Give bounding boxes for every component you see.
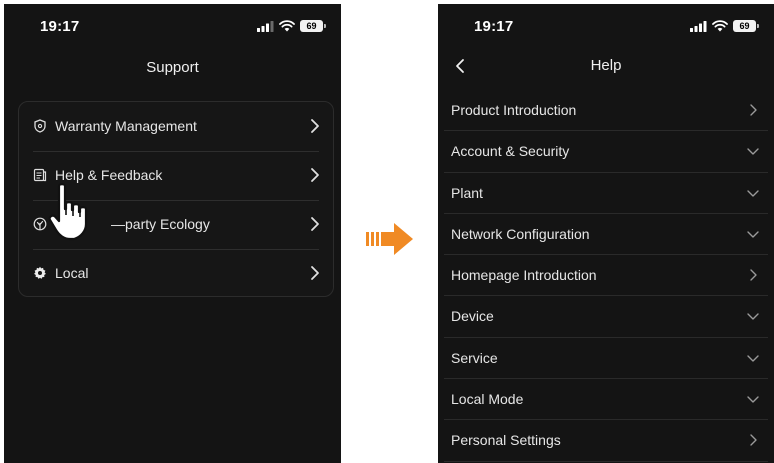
help-item-label: Local Mode (451, 391, 524, 408)
help-item-plant[interactable]: Plant (444, 173, 768, 214)
help-item-label: Plant (451, 184, 483, 201)
transition-arrow-icon (366, 223, 413, 255)
help-item-label: Homepage Introduction (451, 267, 597, 284)
help-topic-list: Product Introduction Account & Security … (444, 90, 768, 462)
page-title: Help (590, 57, 622, 74)
chevron-right-icon (750, 434, 757, 447)
help-item-label: Device (451, 308, 494, 325)
help-item-account-security[interactable]: Account & Security (444, 131, 768, 173)
help-item-service[interactable]: Service (444, 338, 768, 380)
wifi-icon (279, 20, 295, 32)
chevron-down-icon (747, 231, 759, 238)
wifi-icon (712, 20, 728, 32)
status-time: 19:17 (40, 18, 80, 35)
chevron-down-icon (747, 396, 759, 403)
chevron-down-icon (747, 313, 759, 321)
help-screen: 19:17 69 Help Product Introduction Accou… (438, 4, 774, 463)
menu-item-label: Warranty Management (55, 118, 197, 134)
chevron-right-icon (311, 266, 319, 280)
status-bar: 19:17 69 (4, 4, 341, 48)
shield-icon (34, 119, 46, 133)
help-item-label: Service (451, 349, 498, 366)
status-icons: 69 (690, 20, 759, 32)
menu-item-warranty-management[interactable]: Warranty Management (19, 102, 333, 151)
chevron-right-icon (311, 217, 319, 231)
page-title: Support (146, 59, 199, 76)
help-item-label: Account & Security (451, 143, 570, 160)
battery-indicator: 69 (733, 20, 759, 32)
menu-item-label: Help & Feedback (55, 167, 163, 183)
chevron-right-icon (311, 168, 319, 182)
cellular-signal-icon (257, 20, 274, 32)
help-item-local-mode[interactable]: Local Mode (444, 379, 768, 421)
chevron-down-icon (747, 148, 759, 155)
help-item-personal-settings[interactable]: Personal Settings (444, 420, 768, 462)
help-item-product-introduction[interactable]: Product Introduction (444, 90, 768, 132)
status-time: 19:17 (474, 18, 514, 35)
help-item-label: Network Configuration (451, 225, 590, 242)
help-item-label: Personal Settings (451, 432, 561, 449)
document-icon (33, 168, 47, 182)
gear-icon (34, 266, 46, 279)
chevron-right-icon (750, 269, 757, 281)
pointing-hand-icon (48, 183, 88, 241)
help-item-homepage-introduction[interactable]: Homepage Introduction (444, 255, 768, 297)
battery-indicator: 69 (300, 20, 326, 32)
menu-item-local[interactable]: Local (19, 249, 333, 298)
help-item-device[interactable]: Device (444, 296, 768, 338)
support-screen: 19:17 69 Support Warranty Management Hel… (4, 4, 341, 463)
menu-item-label: Local (55, 265, 89, 281)
help-item-label: Product Introduction (451, 102, 577, 118)
status-icons: 69 (257, 20, 326, 32)
help-item-network-configuration[interactable]: Network Configuration (444, 214, 768, 256)
cellular-signal-icon (690, 20, 707, 32)
status-bar: 19:17 69 (438, 4, 774, 48)
menu-item-label: —party Ecology (111, 216, 210, 232)
leaf-circle-icon (33, 217, 47, 231)
chevron-right-icon (311, 119, 319, 133)
chevron-right-icon (750, 104, 757, 116)
chevron-down-icon (747, 189, 759, 197)
chevron-down-icon (747, 355, 759, 362)
